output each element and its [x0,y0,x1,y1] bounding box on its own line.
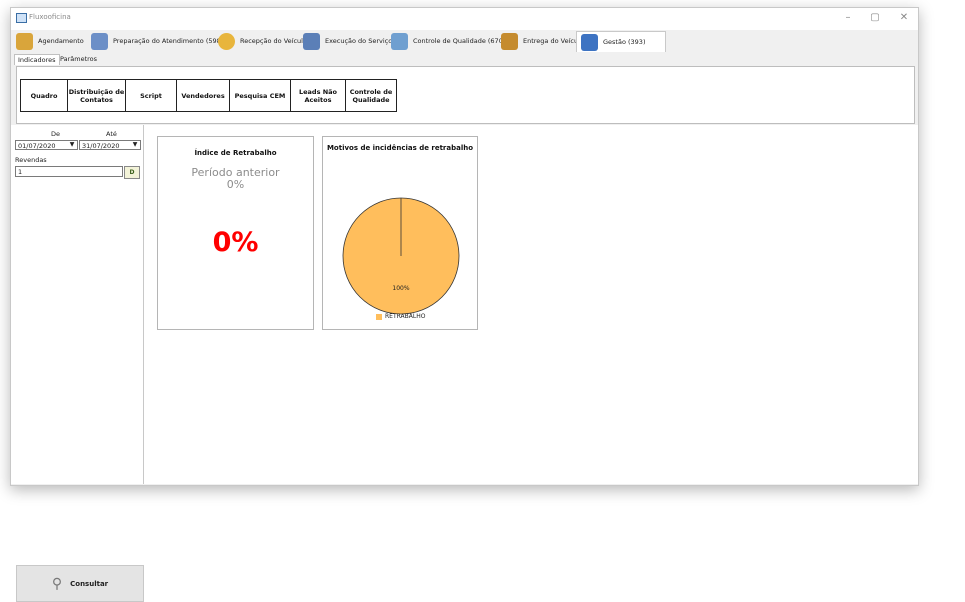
rework-card-title: Índice de Retrabalho [194,149,277,157]
consultar-label: Consultar [70,579,109,588]
dealers-label: Revendas [15,156,47,164]
close-button[interactable]: ✕ [895,11,913,25]
to-label: Até [106,130,117,138]
tab-indicadores[interactable]: Indicadores [14,54,60,65]
tab-label: Entrega do Veículo [523,37,584,45]
app-window: Fluxooficina – ▢ ✕ Agendamento Preparaçã… [10,7,919,602]
tab-label: Gestão (393) [603,38,646,46]
inspection-icon [391,32,408,50]
script-button[interactable]: Script [126,80,177,111]
leads-nao-aceitos-button[interactable]: Leads Não Aceitos [291,80,346,111]
title-bar: Fluxooficina – ▢ ✕ [11,8,918,30]
restore-button[interactable]: ▢ [866,11,884,25]
tab-agendamento[interactable]: Agendamento [16,31,84,51]
dealers-field[interactable]: 1 [15,166,123,177]
person-icon [16,32,33,50]
app-title: Fluxooficina [29,13,71,21]
dealers-picker-button[interactable]: D [124,166,140,179]
tab-execucao[interactable]: Execução do Serviço [303,31,392,51]
rework-index-value: 0% [212,227,259,258]
to-date-value: 31/07/2020 [82,142,120,150]
rework-reasons-card: Motivos de incidências de retrabalho 100… [322,136,478,330]
tab-gestao[interactable]: Gestão (393) [576,31,667,52]
tab-parametros[interactable]: Parâmetros [57,54,100,64]
tab-label: Preparação do Atendimento (598) [113,37,224,45]
to-date-field[interactable]: 31/07/2020 ▼ [79,140,141,150]
badge-icon [218,32,235,50]
from-label: De [51,130,61,138]
list-icon [91,32,108,50]
sub-tab-bar: Indicadores Parâmetros [11,53,918,66]
indicator-button-row: Quadro Distribuição de Contatos Script V… [20,79,397,112]
search-icon: ⚲ [51,575,63,592]
hourglass-icon [501,32,518,50]
from-date-field[interactable]: 01/07/2020 ▼ [15,140,78,150]
app-icon [16,13,27,23]
chevron-down-icon[interactable]: ▼ [130,141,140,149]
consultar-button[interactable]: ⚲ Consultar [16,565,144,602]
chart-icon [581,33,598,51]
quadro-button[interactable]: Quadro [21,80,68,111]
chart-title: Motivos de incidências de retrabalho [326,144,474,152]
chart-legend: RETRABALHO [376,313,425,320]
legend-label: RETRABALHO [385,313,426,320]
rework-index-card: Índice de Retrabalho Período anterior 0%… [157,136,314,330]
controle-qualidade-button[interactable]: Controle de Qualidade [346,80,396,111]
chevron-down-icon[interactable]: ▼ [67,141,77,149]
pie-chart: 100% [342,197,460,315]
tab-label: Controle de Qualidade (670) [413,37,506,45]
dashboard-area: Índice de Retrabalho Período anterior 0%… [144,125,918,484]
filter-panel: De Até 01/07/2020 ▼ 31/07/2020 ▼ Revenda… [11,125,144,602]
from-date-value: 01/07/2020 [18,142,56,150]
tab-entrega[interactable]: Entrega do Veículo [501,31,584,51]
tab-label: Execução do Serviço [325,37,393,45]
tab-preparacao[interactable]: Preparação do Atendimento (598) [91,31,223,51]
mechanic-icon [303,32,320,50]
previous-period-value: 0% [226,178,245,191]
indicators-panel: Quadro Distribuição de Contatos Script V… [16,66,915,124]
tab-recepcao[interactable]: Recepção do Veículo [218,31,307,51]
vendedores-button[interactable]: Vendedores [177,80,230,111]
tab-label: Agendamento [38,37,84,45]
tab-label: Recepção do Veículo [240,37,307,45]
pie-data-label: 100% [392,285,409,292]
minimize-button[interactable]: – [839,11,857,25]
main-tab-bar: Agendamento Preparação do Atendimento (5… [11,30,918,52]
tab-controle-qualidade[interactable]: Controle de Qualidade (670) [391,31,505,51]
legend-swatch [376,313,382,320]
pesquisa-cem-button[interactable]: Pesquisa CEM [230,80,291,111]
distribuicao-contatos-button[interactable]: Distribuição de Contatos [68,80,126,111]
